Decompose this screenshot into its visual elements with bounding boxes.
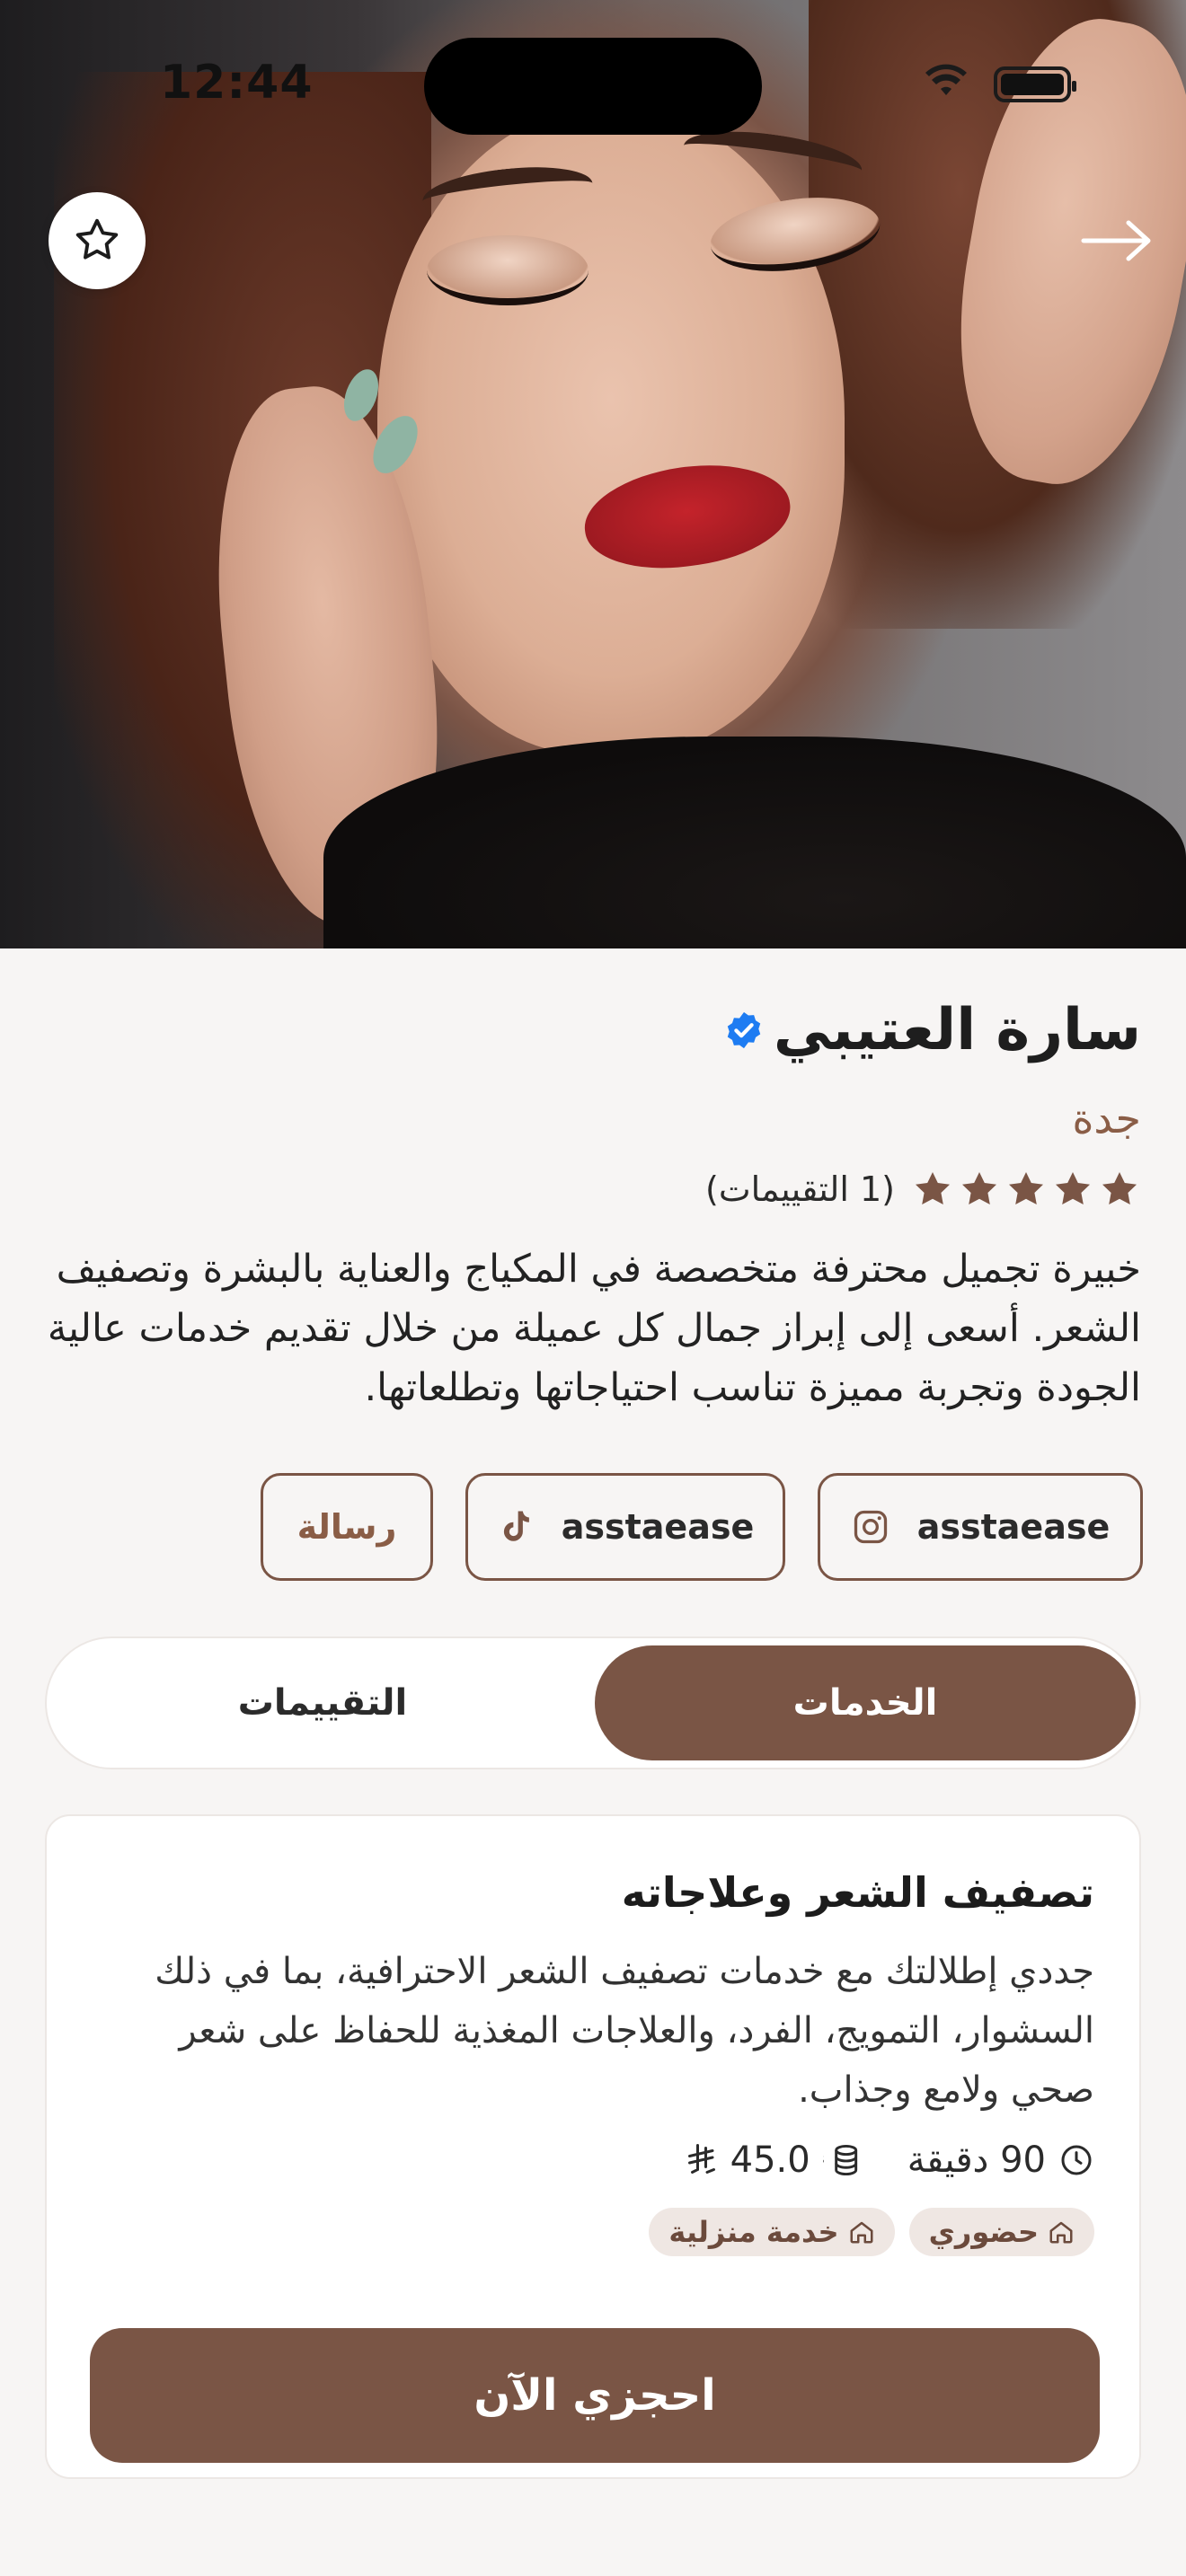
provider-city: جدة — [1072, 1094, 1141, 1142]
tiktok-handle: asstaease — [561, 1507, 755, 1547]
service-meta: 90 دقيقة $ 45.0 — [686, 2139, 1094, 2181]
service-duration: 90 دقيقة — [907, 2139, 1094, 2181]
provider-name: سارة العتيبي — [773, 997, 1141, 1063]
wifi-icon — [925, 64, 967, 95]
duration-text: 90 دقيقة — [907, 2139, 1046, 2181]
instagram-icon — [854, 1510, 887, 1544]
rating-stars — [911, 1168, 1141, 1211]
star-icon — [962, 1172, 996, 1204]
instagram-handle: asstaease — [916, 1507, 1111, 1547]
service-location-chips: حضوري خدمة منزلية — [649, 2208, 1094, 2256]
favorite-button[interactable] — [49, 192, 146, 289]
chip-label: حضوري — [928, 2215, 1039, 2249]
book-now-button[interactable]: احجزي الآن — [90, 2328, 1100, 2463]
tiktok-icon — [503, 1511, 529, 1541]
star-icon — [1056, 1172, 1090, 1204]
dynamic-island — [424, 38, 762, 135]
instagram-button[interactable]: asstaease — [818, 1473, 1143, 1581]
message-button[interactable]: رسالة — [261, 1473, 433, 1581]
verified-badge-icon — [727, 1011, 761, 1049]
provider-name-row: سارة العتيبي — [723, 997, 1141, 1063]
profile-tabs: الخدمات التقييمات — [45, 1636, 1141, 1769]
coins-icon: $ — [823, 2144, 857, 2176]
service-description: جددي إطلالتك مع خدمات تصفيف الشعر الاحتر… — [155, 1951, 1094, 2111]
battery-icon — [994, 66, 1076, 102]
chip-in-person: حضوري — [908, 2208, 1094, 2256]
message-label: رسالة — [296, 1507, 397, 1547]
star-icon — [1102, 1172, 1137, 1204]
tiktok-button[interactable]: asstaease — [465, 1473, 785, 1581]
provider-bio: خبيرة تجميل محترفة متخصصة في المكياج وال… — [47, 1247, 1141, 1410]
svg-text:$: $ — [823, 2154, 825, 2167]
clock-icon — [1061, 2145, 1092, 2175]
service-price: $ 45.0 — [686, 2139, 863, 2181]
chip-label: خدمة منزلية — [668, 2215, 839, 2249]
provider-photo — [0, 0, 1186, 948]
chip-home-service: خدمة منزلية — [649, 2208, 895, 2256]
rating-row: (1 التقييمات) — [705, 1168, 1141, 1211]
rating-count: (1 التقييمات) — [705, 1169, 895, 1209]
tab-services[interactable]: الخدمات — [595, 1645, 1136, 1760]
home-icon — [1049, 2221, 1073, 2244]
arrow-right-icon[interactable] — [1078, 212, 1155, 269]
price-text: 45.0 — [730, 2139, 810, 2181]
service-card: تصفيف الشعر وعلاجاته جددي إطلالتك مع خدم… — [45, 1814, 1141, 2479]
home-icon — [850, 2221, 873, 2244]
star-icon — [916, 1172, 950, 1204]
service-title: تصفيف الشعر وعلاجاته — [621, 1868, 1094, 1917]
star-icon — [1009, 1172, 1043, 1204]
riyal-symbol — [687, 2144, 715, 2174]
star-outline-icon — [75, 218, 119, 260]
status-time: 12:44 — [160, 56, 314, 110]
tab-reviews[interactable]: التقييمات — [54, 1645, 591, 1760]
